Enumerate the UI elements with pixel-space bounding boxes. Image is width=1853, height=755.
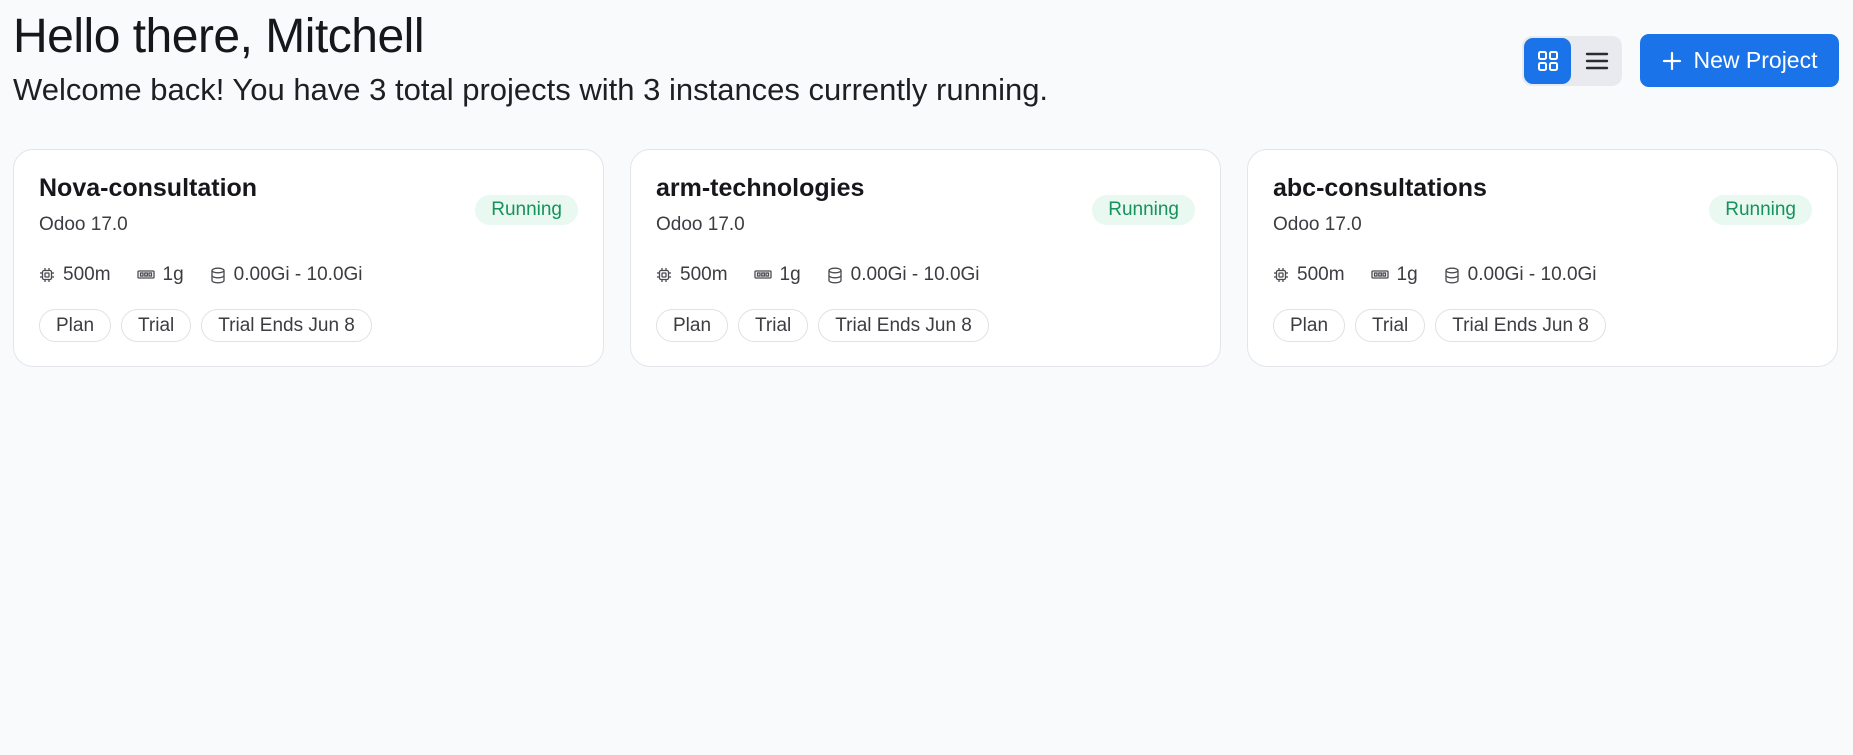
cpu-icon: [40, 268, 54, 282]
project-version: Odoo 17.0: [39, 214, 128, 235]
memory-value: 1g: [779, 264, 801, 285]
project-version: Odoo 17.0: [656, 214, 745, 235]
storage-usage: 0.00Gi - 10.0Gi: [210, 264, 363, 286]
cpu-icon: [1274, 268, 1288, 282]
memory-usage: 1g: [136, 264, 184, 286]
storage-value: 0.00Gi - 10.0Gi: [850, 264, 980, 285]
new-project-label: New Project: [1693, 47, 1818, 73]
project-tags: Plan Trial Trial Ends Jun 8: [1273, 309, 1606, 342]
project-name: Nova-consultation: [39, 174, 258, 202]
cpu-usage: 500m: [1273, 264, 1345, 286]
storage-value: 0.00Gi - 10.0Gi: [1467, 264, 1597, 285]
memory-value: 1g: [162, 264, 184, 285]
view-toggle: [1522, 36, 1622, 86]
tag-trial-ends: Trial Ends Jun 8: [818, 309, 989, 342]
memory-icon: [753, 270, 772, 279]
tag-trial: Trial: [738, 309, 809, 342]
storage-usage: 0.00Gi - 10.0Gi: [1444, 264, 1597, 286]
project-tags: Plan Trial Trial Ends Jun 8: [656, 309, 989, 342]
project-card[interactable]: Nova-consultation Odoo 17.0 Running 500m: [13, 149, 604, 367]
tag-trial-ends: Trial Ends Jun 8: [201, 309, 372, 342]
database-icon: [1445, 267, 1459, 283]
project-grid: Nova-consultation Odoo 17.0 Running 500m: [13, 149, 1838, 367]
cpu-value: 500m: [680, 264, 728, 285]
project-tags: Plan Trial Trial Ends Jun 8: [39, 309, 372, 342]
memory-usage: 1g: [1370, 264, 1418, 286]
project-name: arm-technologies: [656, 174, 865, 202]
tag-plan: Plan: [1273, 309, 1346, 342]
grid-icon: [1537, 51, 1558, 71]
cpu-icon: [657, 268, 671, 282]
memory-value: 1g: [1396, 264, 1418, 285]
welcome-message: Welcome back! You have 3 total projects …: [13, 72, 1049, 107]
database-icon: [828, 267, 842, 283]
project-card[interactable]: abc-consultations Odoo 17.0 Running 500m: [1247, 149, 1838, 367]
tag-trial-ends: Trial Ends Jun 8: [1435, 309, 1606, 342]
status-badge: Running: [1092, 195, 1195, 225]
page-title: Hello there, Mitchell: [13, 10, 425, 63]
resource-usage: 500m 1g 0.00Gi - 10.0Gi: [39, 264, 363, 286]
tag-trial: Trial: [1355, 309, 1426, 342]
cpu-value: 500m: [63, 264, 111, 285]
status-badge: Running: [1709, 195, 1812, 225]
cpu-usage: 500m: [39, 264, 111, 286]
project-name: abc-consultations: [1273, 174, 1487, 202]
cpu-usage: 500m: [656, 264, 728, 286]
storage-value: 0.00Gi - 10.0Gi: [233, 264, 363, 285]
dashboard-page: Hello there, Mitchell Welcome back! You …: [0, 0, 1853, 755]
tag-plan: Plan: [656, 309, 729, 342]
cpu-value: 500m: [1297, 264, 1345, 285]
database-icon: [211, 267, 225, 283]
memory-icon: [1370, 270, 1389, 279]
plus-icon: [1662, 51, 1681, 70]
list-icon: [1585, 52, 1608, 70]
tag-trial: Trial: [121, 309, 192, 342]
new-project-button[interactable]: New Project: [1640, 34, 1839, 87]
tag-plan: Plan: [39, 309, 112, 342]
grid-view-button[interactable]: [1524, 38, 1571, 84]
resource-usage: 500m 1g 0.00Gi - 10.0Gi: [1273, 264, 1597, 286]
status-badge: Running: [475, 195, 578, 225]
memory-usage: 1g: [753, 264, 801, 286]
list-view-button[interactable]: [1573, 38, 1620, 84]
storage-usage: 0.00Gi - 10.0Gi: [827, 264, 980, 286]
project-card[interactable]: arm-technologies Odoo 17.0 Running 500m: [630, 149, 1221, 367]
project-version: Odoo 17.0: [1273, 214, 1362, 235]
resource-usage: 500m 1g 0.00Gi - 10.0Gi: [656, 264, 980, 286]
memory-icon: [136, 270, 155, 279]
